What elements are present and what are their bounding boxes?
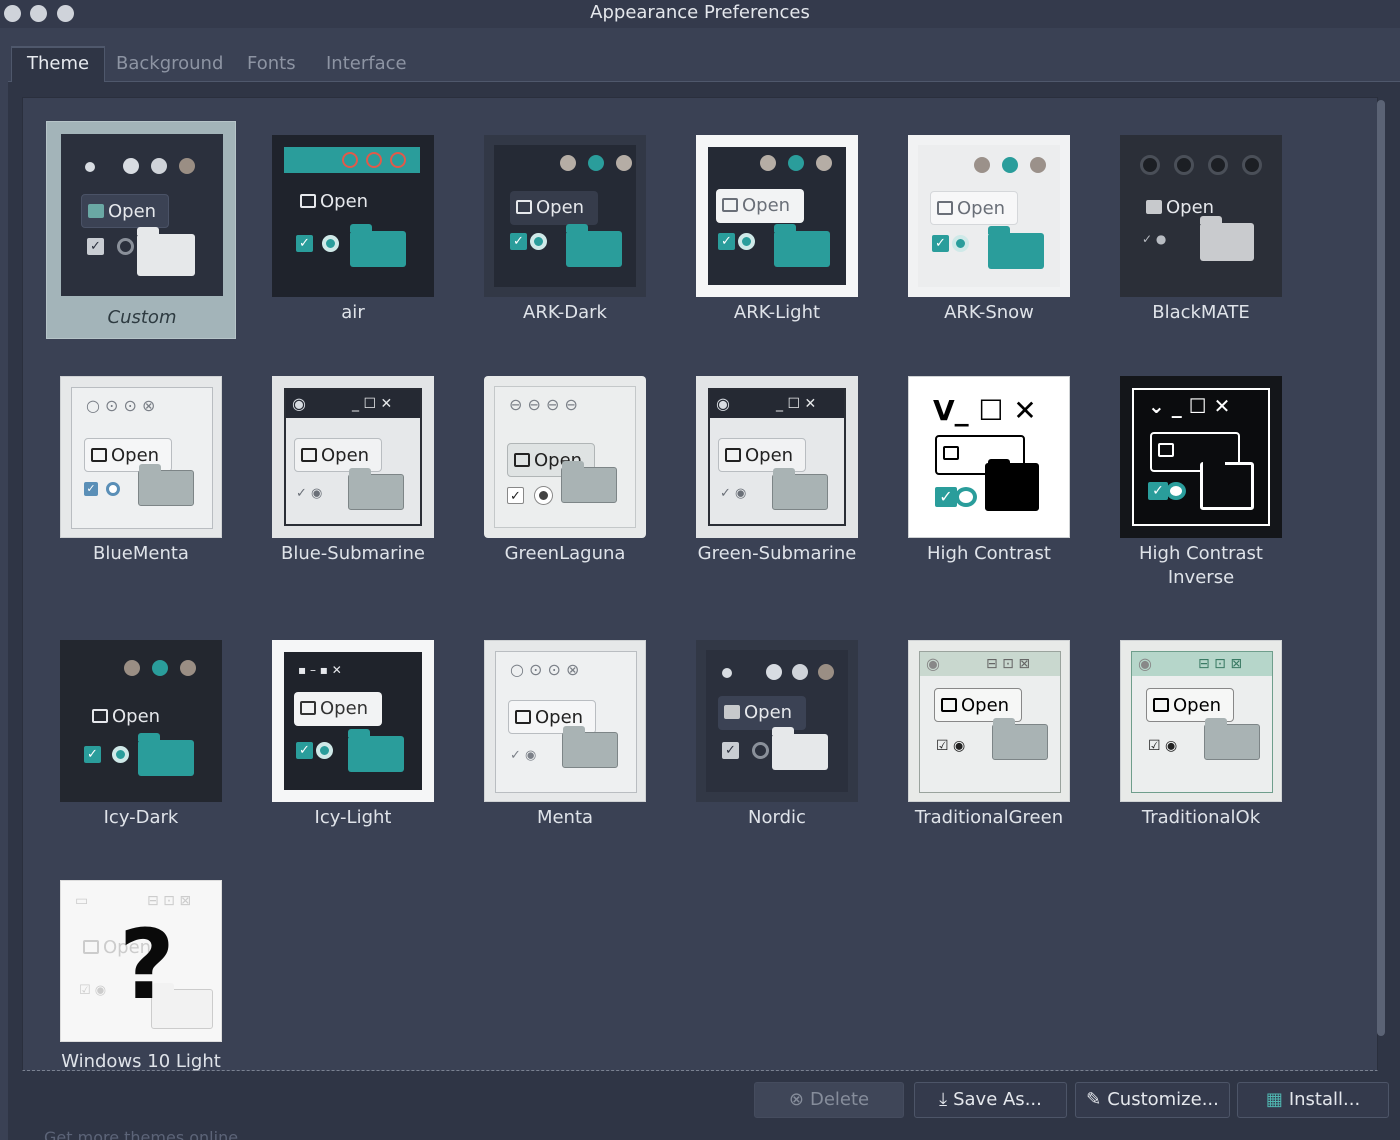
theme-name: Blue-Submarine [280,543,426,564]
theme-preview: ◉ ⊟ ⊡ ⊠ Open ☑ ◉ [908,640,1070,802]
theme-name: ARK-Dark [523,302,607,323]
theme-name: BlackMATE [1152,302,1250,323]
tab-interface[interactable]: Interface [311,46,422,82]
theme-item-bluementa[interactable]: ○ ⊙ ⊙ ⊗ Open ✓ BlueMenta [46,362,236,580]
theme-item-windows-10-light[interactable]: ▭ ⊟ ⊡ ⊠ Open ☑ ◉ ? Windows 10 Light [46,866,236,1084]
window-title: Appearance Preferences [590,2,810,23]
theme-preview: Open ✓ [696,135,858,297]
package-icon: ▦ [1265,1089,1283,1110]
customize-button[interactable]: ✎ Customize... [1075,1082,1230,1118]
save-icon: ⤓ [939,1089,948,1110]
unknown-preview-icon: ? [119,909,175,1021]
theme-item-icy-light[interactable]: ▪ – ▪ ✕ Open ✓ Icy-Light [258,626,448,844]
theme-item-ark-dark[interactable]: Open ✓ ARK-Dark [470,121,660,339]
theme-item-traditionalok[interactable]: ◉ ⊟ ⊡ ⊠ Open ☑ ◉ TraditionalOk [1106,626,1296,844]
theme-name: Icy-Light [314,807,392,828]
theme-name: ARK-Light [733,302,821,323]
theme-item-air[interactable]: Open ✓ air [258,121,448,339]
title-bar: Appearance Preferences [0,0,1400,28]
theme-preview: Open ✓ [61,134,223,296]
theme-name: ARK-Snow [944,302,1034,323]
theme-item-blackmate[interactable]: Open ✓ ● BlackMATE [1106,121,1296,339]
theme-name: Icy-Dark [103,807,179,828]
theme-preview: Open ✓ [908,135,1070,297]
theme-preview: ◉ _ ☐ ✕ Open ✓ ◉ [696,376,858,538]
theme-name: Windows 10 Light [61,1051,221,1072]
theme-item-ark-light[interactable]: Open ✓ ARK-Light [682,121,872,339]
save-as-button[interactable]: ⤓ Save As... [914,1082,1067,1118]
theme-name: Nordic [748,807,806,828]
theme-name: air [341,302,365,323]
theme-name: TraditionalOk [1141,807,1261,828]
theme-preview: ◉ ⊟ ⊡ ⊠ Open ☑ ◉ [1120,640,1282,802]
theme-preview: ▪ – ▪ ✕ Open ✓ [272,640,434,802]
theme-item-nordic[interactable]: Open ✓ Nordic [682,626,872,844]
theme-name: GreenLaguna [504,543,626,564]
theme-preview: Open ✓ ● [1120,135,1282,297]
theme-name: Menta [536,807,594,828]
theme-preview: Open ✓ [484,135,646,297]
tab-fonts[interactable]: Fonts [232,46,311,82]
theme-preview: ◉ _ ☐ ✕ Open ✓ ◉ [272,376,434,538]
theme-name: High Contrast [926,543,1051,564]
install-button[interactable]: ▦ Install... [1237,1082,1389,1118]
delete-icon: ⊗ [788,1089,804,1110]
theme-preview: ▭ ⊟ ⊡ ⊠ Open ☑ ◉ ? [60,880,222,1042]
theme-list-scrollbar[interactable] [1377,100,1385,1036]
theme-preview: Open ✓ [60,640,222,802]
theme-preview: Open ✓ [696,640,858,802]
theme-preview: ○ ⊙ ⊙ ⊗ Open ✓ ◉ [484,640,646,802]
theme-item-high-contrast[interactable]: V_ ☐ ✕ ✓ High Contrast [894,362,1084,580]
theme-item-green-submarine[interactable]: ◉ _ ☐ ✕ Open ✓ ◉ Green-Submarine [682,362,872,580]
theme-name: Custom [107,307,177,328]
theme-preview: ⌄ _ ☐ ✕ ✓ [1120,376,1282,538]
theme-item-ark-snow[interactable]: Open ✓ ARK-Snow [894,121,1084,339]
delete-button[interactable]: ⊗ Delete [754,1082,904,1118]
theme-preview: Open ✓ [272,135,434,297]
theme-item-custom[interactable]: Open ✓ Custom [46,121,236,339]
theme-preview: V_ ☐ ✕ ✓ [908,376,1070,538]
theme-item-icy-dark[interactable]: Open ✓ Icy-Dark [46,626,236,844]
theme-item-traditionalgreen[interactable]: ◉ ⊟ ⊡ ⊠ Open ☑ ◉ TraditionalGreen [894,626,1084,844]
tab-background[interactable]: Background [101,46,238,82]
theme-name: Green-Submarine [697,543,857,564]
edit-icon: ✎ [1086,1089,1102,1110]
theme-preview: ⊖ ⊖ ⊖ ⊖ Open ✓ [484,376,646,538]
theme-item-greenlaguna[interactable]: ⊖ ⊖ ⊖ ⊖ Open ✓ GreenLaguna [470,362,660,580]
theme-name: BlueMenta [93,543,189,564]
tab-bar: Theme Background Fonts Interface [8,46,1400,82]
theme-item-menta[interactable]: ○ ⊙ ⊙ ⊗ Open ✓ ◉ Menta [470,626,660,844]
theme-name: TraditionalGreen [914,807,1064,828]
tab-theme[interactable]: Theme [11,46,106,82]
theme-preview: ○ ⊙ ⊙ ⊗ Open ✓ [60,376,222,538]
theme-name: High Contrast Inverse [1138,543,1263,588]
theme-item-blue-submarine[interactable]: ◉ _ ☐ ✕ Open ✓ ◉ Blue-Submarine [258,362,448,580]
theme-item-high-contrast-inverse[interactable]: ⌄ _ ☐ ✕ ✓ High Contrast Inverse [1106,362,1296,588]
get-more-themes-link[interactable]: Get more themes online [44,1128,238,1140]
